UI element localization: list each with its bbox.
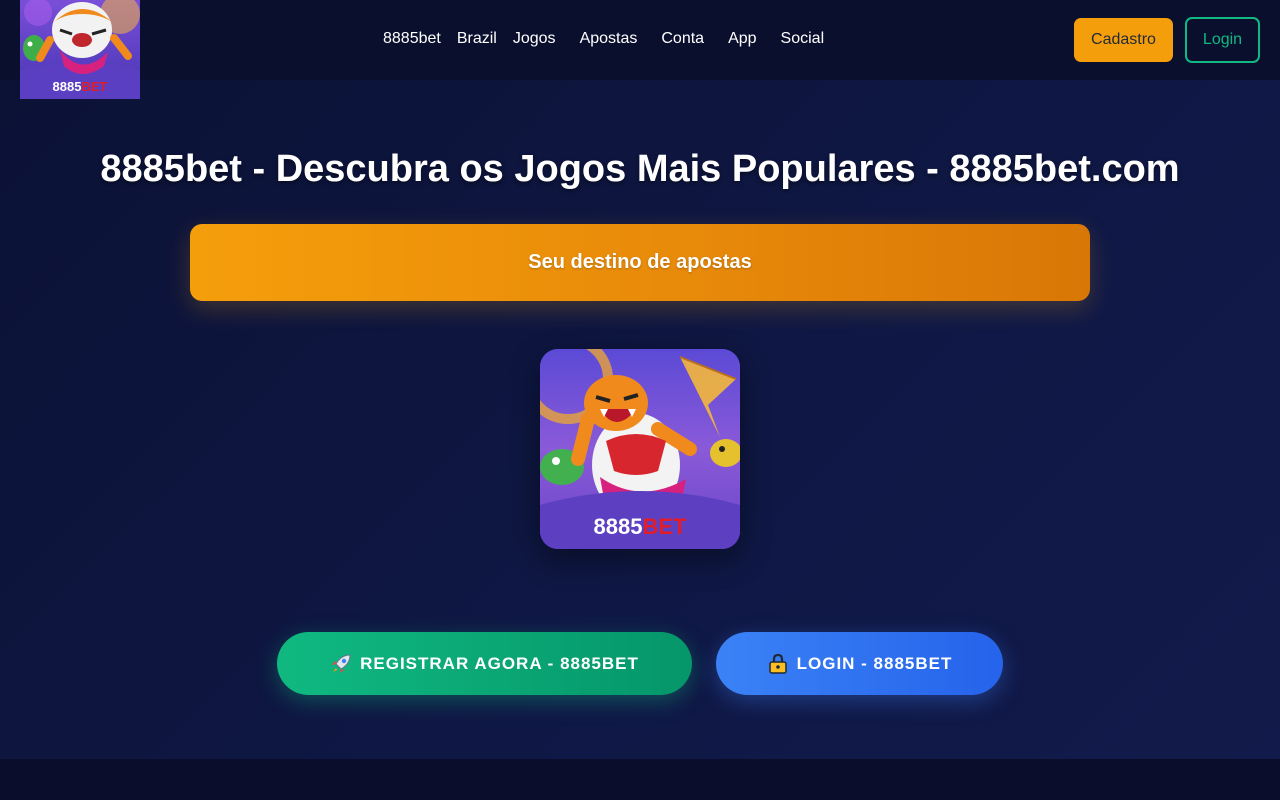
register-now-button[interactable]: REGISTRAR AGORA - 8885BET [277, 632, 692, 695]
site-header: 8885bet Brazil Jogos Apostas Conta App S… [0, 0, 1280, 80]
login-cta-button[interactable]: LOGIN - 8885BET [716, 632, 1003, 695]
site-footer [0, 759, 1280, 800]
page-title: 8885bet - Descubra os Jogos Mais Popular… [100, 148, 1180, 190]
nav-item-brazil[interactable]: Brazil [457, 29, 497, 49]
site-logo[interactable]: 8885BET [20, 0, 140, 99]
app-image-wordmark: 8885BET [594, 514, 688, 539]
register-now-label: REGISTRAR AGORA - 8885BET [360, 653, 639, 673]
nav-item-8885bet[interactable]: 8885bet [383, 29, 441, 49]
lock-icon [767, 653, 789, 675]
login-cta-label: LOGIN - 8885BET [796, 653, 953, 673]
tiger-mascot-icon: 8885BET [540, 349, 740, 549]
nav-item-apostas[interactable]: Apostas [580, 29, 638, 49]
nav-item-jogos[interactable]: Jogos [513, 29, 556, 49]
app-image: 8885BET [540, 349, 740, 549]
main-nav: 8885bet Brazil Jogos Apostas Conta App S… [383, 29, 824, 49]
nav-item-conta[interactable]: Conta [661, 29, 704, 49]
logo-wordmark: 8885BET [53, 79, 108, 94]
tiger-mascot-logo-icon: 8885BET [20, 0, 140, 99]
login-button[interactable]: Login [1185, 17, 1260, 63]
cadastro-button[interactable]: Cadastro [1074, 18, 1173, 62]
nav-item-app[interactable]: App [728, 29, 756, 49]
nav-item-social[interactable]: Social [781, 29, 825, 49]
promo-banner: Seu destino de apostas [190, 224, 1090, 301]
rocket-icon [330, 653, 352, 675]
